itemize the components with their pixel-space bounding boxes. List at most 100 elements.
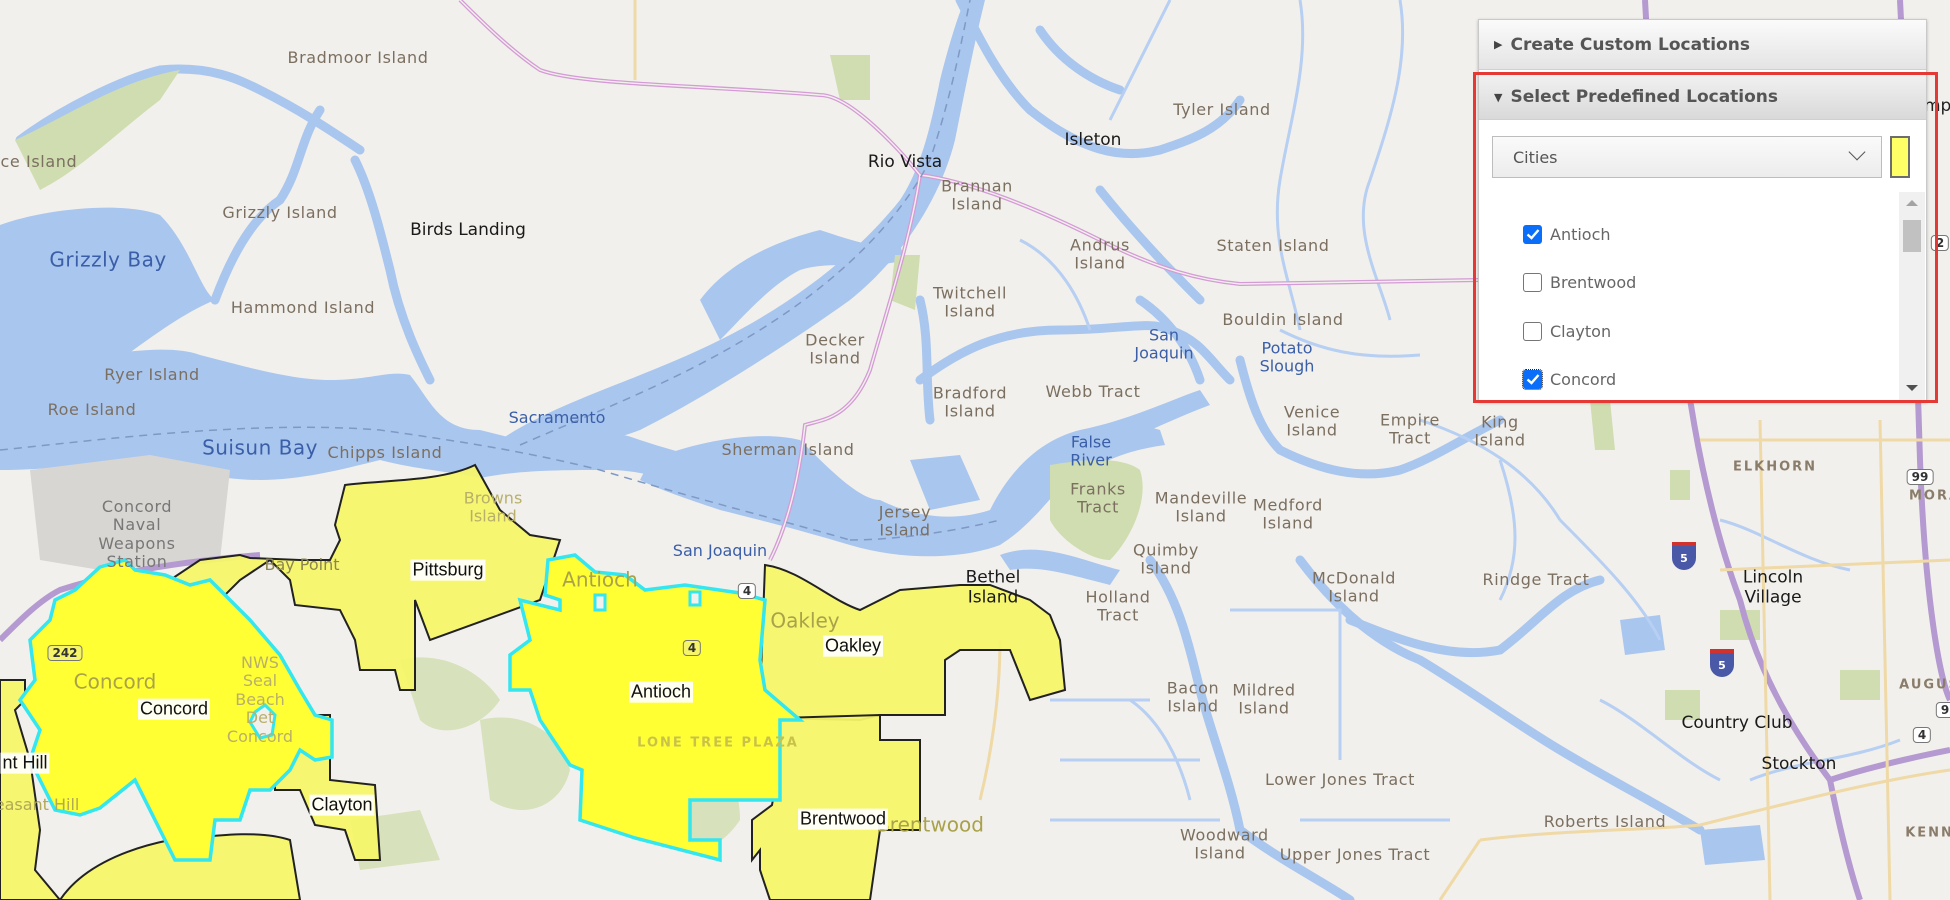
label-joyce-island: Joyce Island [0, 151, 78, 171]
label-woodward-island: Woodward Island [1180, 825, 1269, 863]
location-type-selected: Cities [1513, 147, 1558, 167]
checkbox-antioch[interactable] [1523, 224, 1542, 244]
label-birds-landing: Birds Landing [410, 220, 526, 241]
label-faded-antioch: Antioch [562, 567, 638, 592]
scrollbar-thumb[interactable] [1903, 220, 1921, 252]
label-bouldin-island: Bouldin Island [1222, 309, 1344, 329]
interstate-shield-5-south: 5 [1710, 649, 1734, 677]
route-shield-4-antioch: 4 [682, 640, 702, 656]
city-label-pittsburg: Pittsburg [410, 559, 486, 581]
label-andrus-island: Andrus Island [1070, 235, 1130, 273]
location-checkbox-list: Antioch Brentwood Clayton Concord [1479, 192, 1899, 401]
label-kenne: KENNE [1905, 825, 1950, 841]
label-elkhorn: ELKHORN [1732, 459, 1818, 475]
label-sherman-island: Sherman Island [721, 439, 855, 459]
label-isleton: Isleton [1064, 130, 1122, 151]
label-rindge-tract: Rindge Tract [1482, 569, 1590, 589]
label-king-island: King Island [1474, 412, 1526, 450]
label-mcdonald-island: McDonald Island [1311, 568, 1397, 606]
label-chipps-island: Chipps Island [327, 442, 443, 462]
checkmark-icon [1526, 229, 1539, 240]
label-false-river: False River [1070, 432, 1112, 470]
interstate-shield-5-north: 5 [1672, 542, 1696, 570]
list-item-label: Brentwood [1550, 272, 1637, 292]
label-medford-island: Medford Island [1253, 495, 1323, 533]
list-scrollbar[interactable] [1899, 192, 1925, 401]
label-grizzly-bay: Grizzly Bay [49, 247, 167, 272]
label-decker-island: Decker Island [805, 330, 865, 368]
create-custom-locations-header[interactable]: ▶ Create Custom Locations [1479, 20, 1926, 70]
chevron-down-icon [1848, 143, 1866, 161]
label-browns-island: Browns Island [463, 488, 523, 526]
location-type-dropdown[interactable]: Cities [1492, 136, 1882, 178]
label-upper-jones-tract: Upper Jones Tract [1279, 844, 1431, 864]
label-hammond-island: Hammond Island [230, 297, 376, 317]
label-brannan-island: Brannan Island [941, 176, 1013, 214]
label-lone-tree-plaza: LONE TREE PLAZA [637, 735, 799, 751]
label-mildred-island: Mildred Island [1232, 680, 1296, 718]
label-quimby-island: Quimby Island [1133, 540, 1199, 578]
label-nws-seal-beach: NWS Seal Beach Det Concord [226, 653, 294, 746]
label-empire-tract: Empire Tract [1380, 410, 1440, 448]
label-staten-island: Staten Island [1216, 235, 1330, 255]
label-bacon-island: Bacon Island [1166, 678, 1220, 716]
label-sacramento-river: Sacramento [508, 407, 606, 427]
label-venice-island: Venice Island [1283, 402, 1341, 440]
route-shield-4-stockton: 4 [1912, 727, 1932, 743]
label-faded-pleasant-hill: Pleasant Hill [0, 794, 80, 814]
label-bay-point: Bay Point [264, 554, 340, 574]
label-lincoln-village: Lincoln Village [1742, 567, 1804, 607]
route-shield-99b: 9 [1935, 702, 1950, 718]
route-shield-99: 99 [1906, 469, 1934, 485]
city-label-brentwood: Brentwood [797, 808, 889, 830]
city-label-oakley: Oakley [822, 635, 884, 657]
locations-panel: ▶ Create Custom Locations ▼ Select Prede… [1478, 19, 1927, 402]
label-mandeville-island: Mandeville Island [1154, 488, 1248, 526]
label-faded-concord: Concord [73, 669, 157, 694]
city-label-clayton: Clayton [309, 794, 375, 816]
triangle-right-icon: ▶ [1494, 38, 1503, 51]
route-shield-4-oakley: 4 [737, 583, 757, 599]
label-mora: MORA [1908, 488, 1950, 504]
city-label-concord: Concord [137, 698, 211, 720]
label-potato-slough: Potato Slough [1259, 338, 1315, 376]
select-predefined-locations-header[interactable]: ▼ Select Predefined Locations [1479, 75, 1926, 120]
scroll-up-arrow-icon[interactable] [1906, 200, 1918, 206]
label-bradmoor-island: Bradmoor Island [287, 47, 429, 67]
route-shield-242: 242 [47, 645, 83, 661]
list-item-brentwood[interactable]: Brentwood [1523, 267, 1636, 297]
label-lower-jones-tract: Lower Jones Tract [1264, 769, 1416, 789]
list-item-antioch[interactable]: Antioch [1523, 219, 1611, 249]
label-rio-vista: Rio Vista [867, 152, 943, 173]
list-item-label: Concord [1550, 369, 1617, 389]
create-custom-locations-label: Create Custom Locations [1510, 34, 1750, 55]
list-item-clayton[interactable]: Clayton [1523, 316, 1611, 346]
checkbox-clayton[interactable] [1523, 321, 1542, 341]
label-bethel-island: Bethel Island [965, 567, 1021, 607]
scroll-down-arrow-icon[interactable] [1906, 385, 1918, 391]
label-webb-tract: Webb Tract [1045, 381, 1141, 401]
label-san-joaquin-river: San Joaquin [672, 540, 768, 560]
label-country-club: Country Club [1681, 713, 1793, 734]
triangle-down-icon: ▼ [1494, 90, 1503, 104]
label-edge-cutoff: mp [1924, 96, 1950, 116]
checkbox-concord[interactable] [1522, 368, 1543, 390]
label-naval-station: Concord Naval Weapons Station [98, 497, 176, 572]
label-bradford-island: Bradford Island [932, 383, 1008, 421]
label-holland-tract: Holland Tract [1085, 587, 1151, 625]
list-item-label: Antioch [1550, 224, 1611, 244]
list-item-label: Clayton [1550, 321, 1612, 341]
label-tyler-island: Tyler Island [1173, 99, 1271, 119]
label-jersey-island: Jersey Island [878, 502, 932, 540]
label-san-joaquin-north: San Joaquin [1134, 325, 1194, 363]
list-item-concord[interactable]: Concord [1522, 364, 1617, 394]
label-suisun-bay: Suisun Bay [202, 435, 318, 460]
label-roberts-island: Roberts Island [1543, 811, 1667, 831]
fill-color-swatch[interactable] [1890, 136, 1910, 178]
route-shield-edge: 2 [1930, 235, 1950, 251]
label-franks-tract: Franks Tract [1070, 479, 1126, 517]
checkmark-icon [1526, 374, 1539, 385]
checkbox-brentwood[interactable] [1523, 272, 1542, 292]
label-august: AUGUST [1899, 677, 1950, 693]
label-twitchell-island: Twitchell Island [932, 283, 1007, 321]
